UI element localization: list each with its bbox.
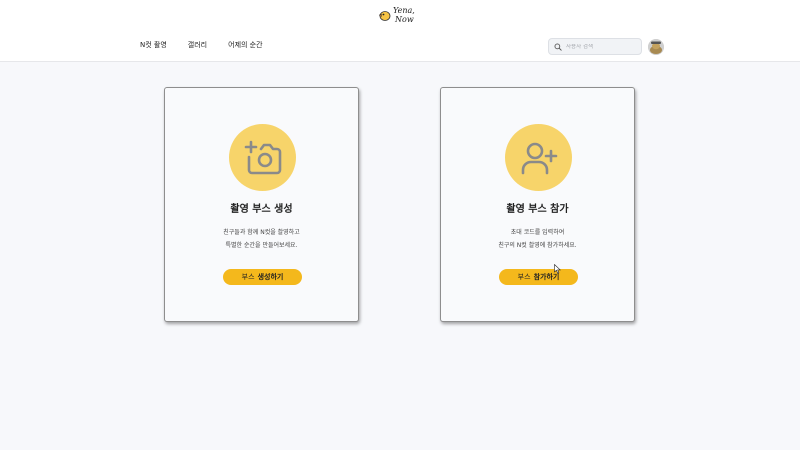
camera-plus-icon — [244, 140, 281, 174]
button-prefix: 부스 — [517, 273, 531, 281]
user-plus-icon — [521, 142, 557, 174]
nav-item-n-cut-shoot[interactable]: N컷 촬영 — [140, 40, 167, 50]
join-booth-card: 촬영 부스 참가 초대 코드를 입력하여 친구의 N컷 촬영에 참가하세요. 부… — [440, 87, 635, 322]
brand-logo[interactable]: Yena, Now — [377, 5, 423, 27]
avatar-icon — [648, 39, 664, 55]
card-desc-line2: 친구의 N컷 촬영에 참가하세요. — [498, 242, 577, 249]
card-desc-line1: 초대 코드를 입력하여 — [510, 229, 565, 236]
top-header: Yena, Now N컷 촬영 갤러리 어제의 순간 — [0, 0, 800, 62]
nav-item-yesterday-moment[interactable]: 어제의 순간 — [228, 40, 262, 50]
brand-name: Yena, Now — [393, 6, 415, 24]
card-description: 초대 코드를 입력하여 친구의 N컷 촬영에 참가하세요. — [441, 226, 634, 252]
avatar[interactable] — [648, 39, 664, 55]
mouse-cursor-icon — [554, 264, 561, 274]
card-title: 촬영 부스 참가 — [506, 204, 569, 215]
user-search-box[interactable] — [548, 38, 642, 55]
card-description: 친구들과 함께 N컷을 촬영하고 특별한 순간을 만들어보세요. — [165, 226, 358, 252]
card-title: 촬영 부스 생성 — [230, 204, 293, 215]
button-action: 생성하기 — [257, 273, 284, 281]
user-search-input[interactable] — [566, 43, 636, 50]
card-desc-line2: 특별한 순간을 만들어보세요. — [225, 242, 298, 249]
create-booth-button[interactable]: 부스 생성하기 — [223, 269, 302, 285]
card-desc-line1: 친구들과 함께 N컷을 촬영하고 — [223, 229, 300, 236]
brand-line2: Now — [395, 15, 414, 24]
duck-logo-icon — [378, 11, 391, 21]
icon-circle — [229, 124, 296, 191]
create-booth-card: 촬영 부스 생성 친구들과 함께 N컷을 촬영하고 특별한 순간을 만들어보세요… — [164, 87, 359, 322]
search-icon — [554, 43, 562, 51]
join-booth-button[interactable]: 부스 참가하기 — [499, 269, 578, 285]
nav-item-gallery[interactable]: 갤러리 — [188, 40, 207, 50]
brand-line1: Yena, — [393, 6, 415, 15]
main-nav: N컷 촬영 갤러리 어제의 순간 — [140, 40, 284, 50]
button-prefix: 부스 — [241, 273, 255, 281]
icon-circle — [505, 124, 572, 191]
